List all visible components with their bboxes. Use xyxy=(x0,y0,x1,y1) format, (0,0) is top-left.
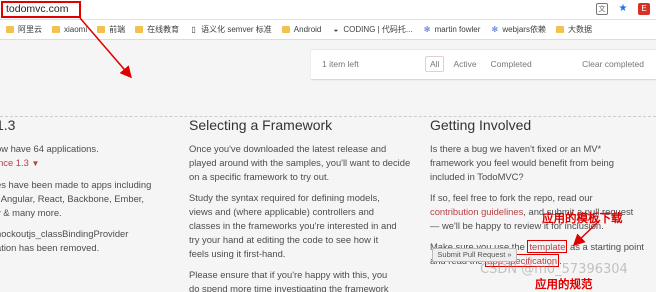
folder-icon xyxy=(555,26,564,33)
text-line: Please ensure that if you're happy with … xyxy=(189,269,388,280)
bookmark-star-icon[interactable]: ★ xyxy=(617,3,629,15)
text-line: Once you've downloaded the latest releas… xyxy=(189,143,387,154)
text-line: do spend more time investigating the fra… xyxy=(189,283,389,292)
contribution-guidelines-link[interactable]: contribution guidelines xyxy=(430,206,523,217)
changelog-line: es have been made to apps including xyxy=(0,179,152,190)
bookmark-martin-fowler[interactable]: ✻ martin fowler xyxy=(423,25,481,34)
involved-heading: Getting Involved xyxy=(430,117,532,133)
bookmark-online-edu[interactable]: 在线教育 xyxy=(135,24,179,35)
bookmark-aliyun[interactable]: 阿里云 xyxy=(6,24,42,35)
todo-count: 1 item left xyxy=(322,59,359,69)
annotation-app-spec: 应用的规范 xyxy=(535,277,593,291)
caret-down-icon: ▼ xyxy=(31,159,40,168)
bookmark-frontend[interactable]: 前端 xyxy=(97,24,125,35)
text-line: try your hand at editing the code to see… xyxy=(189,234,379,245)
changelog-line: ow have 64 applications. xyxy=(0,143,99,154)
text-line: classes in the frameworks you're interes… xyxy=(189,220,397,231)
template-link[interactable]: template xyxy=(527,240,568,253)
page-icon: ▯ xyxy=(191,25,196,34)
changelog-line: y & many more. xyxy=(0,207,62,218)
bookmark-coding[interactable]: ◒ CODING | 代码托... xyxy=(331,24,412,35)
translate-icon[interactable]: 文 xyxy=(596,3,608,15)
bookmark-semver[interactable]: ▯ 语义化 semver 标准 xyxy=(189,24,271,35)
column-changelog: 1.3 ow have 64 applications. ince 1.3 ▼ … xyxy=(0,117,166,262)
todo-footer: 1 item left All Active Completed Clear c… xyxy=(311,49,656,79)
folder-icon xyxy=(52,26,60,33)
address-bar: todomvc.com 文 ★ E xyxy=(0,0,656,20)
text-line: as a starting point xyxy=(567,241,645,252)
text-line: on a specific framework to try out. xyxy=(189,171,330,182)
extension-icon[interactable]: E xyxy=(638,3,650,15)
filter-completed[interactable]: Completed xyxy=(486,56,537,72)
bookmark-bigdata[interactable]: 大数据 xyxy=(555,24,592,35)
clear-completed-button[interactable]: Clear completed xyxy=(582,59,644,69)
address-bar-actions: 文 ★ E xyxy=(596,3,650,15)
folder-icon xyxy=(135,26,144,33)
folder-icon xyxy=(97,26,106,33)
column-selecting-framework: Selecting a Framework Once you've downlo… xyxy=(189,117,415,292)
changelog-line: hockoutjs_classBindingProvider xyxy=(0,228,129,239)
url-field[interactable]: todomvc.com xyxy=(1,1,81,18)
text-line: If so, feel free to fork the repo, read … xyxy=(430,192,593,203)
text-line: Is there a bug we haven't fixed or an MV… xyxy=(430,143,602,154)
page-content: 1 item left All Active Completed Clear c… xyxy=(0,41,656,292)
submit-pull-request-button[interactable]: Submit Pull Request » xyxy=(432,248,517,262)
bookmark-webjars[interactable]: ✻ webjars依赖 xyxy=(490,24,546,35)
text-line: feels using it first-hand. xyxy=(189,248,286,259)
gear-icon: ✻ xyxy=(491,25,499,34)
bookmark-android[interactable]: Android xyxy=(281,25,321,34)
folder-icon xyxy=(6,26,14,33)
changelog-line: , Angular, React, Backbone, Ember, xyxy=(0,193,145,204)
text-line: included in TodoMVC? xyxy=(430,171,524,182)
coding-icon: ◒ xyxy=(333,25,339,34)
bookmarks-bar: 阿里云 xiaomi 前端 在线教育 ▯ 语义化 semver 标准 Androi… xyxy=(0,20,656,40)
bookmark-xiaomi[interactable]: xiaomi xyxy=(52,25,87,34)
text-line: views and (where applicable) controllers… xyxy=(189,206,374,217)
filter-all[interactable]: All xyxy=(425,56,445,72)
changelog-heading: 1.3 xyxy=(0,117,16,133)
changelog-line: ation has been removed. xyxy=(0,242,100,253)
annotation-template-download: 应用的模板下载 xyxy=(542,211,623,225)
filter-active[interactable]: Active xyxy=(448,56,481,72)
selecting-heading: Selecting a Framework xyxy=(189,117,333,133)
since-link[interactable]: ince 1.3 ▼ xyxy=(0,157,39,168)
text-line: framework you feel would benefit from be… xyxy=(430,157,614,168)
filters: All Active Completed xyxy=(425,56,537,72)
text-line: played around with the samples, you'll w… xyxy=(189,157,411,168)
watermark: CSDN @m0_57396304 xyxy=(480,262,628,277)
folder-icon xyxy=(281,26,290,33)
text-line: Study the syntax required for defining m… xyxy=(189,192,380,203)
gear-icon: ✻ xyxy=(423,25,431,34)
